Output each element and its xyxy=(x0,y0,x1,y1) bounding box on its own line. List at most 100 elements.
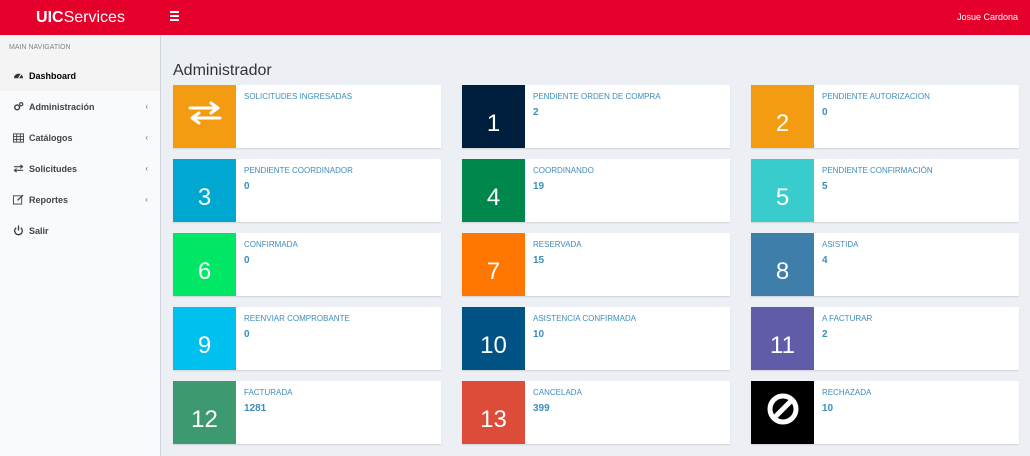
user-menu[interactable]: Josue Cardona xyxy=(957,0,1018,35)
status-card-label: SOLICITUDES INGRESADAS xyxy=(244,92,353,101)
status-card-box: 3 xyxy=(173,159,236,222)
status-card[interactable]: 5 PENDIENTE CONFIRMACIÓN 5 xyxy=(751,159,1019,222)
status-card-box: 4 xyxy=(462,159,525,222)
status-card[interactable]: 1 PENDIENTE ORDEN DE COMPRA 2 xyxy=(462,85,730,148)
status-card-box: 2 xyxy=(751,85,814,148)
status-card-label: CONFIRMADA xyxy=(244,240,298,249)
sidebar-item-label: Catálogos xyxy=(29,132,73,143)
status-card-box xyxy=(751,381,814,444)
status-card-label: PENDIENTE CONFIRMACIÓN xyxy=(822,166,933,175)
status-card-count: 15 xyxy=(533,255,545,266)
sidebar-item-dashboard[interactable]: Dashboard xyxy=(0,60,160,91)
status-card-box: 6 xyxy=(173,233,236,296)
status-card-label: COORDINANDO xyxy=(533,166,594,175)
status-card-box: 5 xyxy=(751,159,814,222)
status-card[interactable]: 11 A FACTURAR 2 xyxy=(751,307,1019,370)
exchange-icon xyxy=(12,163,24,175)
sidebar-item-salir[interactable]: Salir xyxy=(0,215,160,246)
status-card[interactable]: 3 PENDIENTE COORDINADOR 0 xyxy=(173,159,441,222)
status-card-box: 1 xyxy=(462,85,525,148)
sidebar-item-catalogos[interactable]: Catálogos ‹ xyxy=(0,122,160,153)
sidebar-item-label: Solicitudes xyxy=(29,163,78,174)
status-card[interactable]: RECHAZADA 10 xyxy=(751,381,1019,444)
exchange-icon xyxy=(188,101,222,132)
status-card-count: 2 xyxy=(822,329,828,340)
status-card[interactable]: 9 REENVIAR COMPROBANTE 0 xyxy=(173,307,441,370)
status-card-count: 0 xyxy=(244,255,250,266)
status-card-count: 0 xyxy=(244,329,250,340)
status-card[interactable]: 13 CANCELADA 399 xyxy=(462,381,730,444)
sidebar-item-label: Salir xyxy=(29,225,49,236)
logo-bold: UIC xyxy=(36,8,64,26)
status-card-label: FACTURADA xyxy=(244,388,293,397)
status-card-box: 11 xyxy=(751,307,814,370)
status-card-label: CANCELADA xyxy=(533,388,582,397)
status-card-number: 7 xyxy=(486,258,501,285)
status-card-number: 4 xyxy=(486,184,501,211)
top-navbar: UIC Services Josue Cardona xyxy=(0,0,1030,35)
status-card-label: ASISTIDA xyxy=(822,240,859,249)
sidebar-item-administracion[interactable]: Administración ‹ xyxy=(0,91,160,122)
status-card-label: REENVIAR COMPROBANTE xyxy=(244,314,350,323)
sidebar-header: MAIN NAVIGATION xyxy=(0,35,160,60)
sidebar-item-solicitudes[interactable]: Solicitudes ‹ xyxy=(0,153,160,184)
status-card-label: RESERVADA xyxy=(533,240,582,249)
status-card-label: PENDIENTE COORDINADOR xyxy=(244,166,353,175)
status-card-label: RECHAZADA xyxy=(822,388,872,397)
status-card-box: 13 xyxy=(462,381,525,444)
dashboard-icon xyxy=(12,70,24,82)
table-icon xyxy=(12,132,24,144)
status-card-number: 10 xyxy=(480,332,507,359)
status-card-number: 13 xyxy=(480,406,507,433)
chevron-left-icon: ‹ xyxy=(145,102,148,111)
status-card-number: 5 xyxy=(775,184,790,211)
sidebar: MAIN NAVIGATION Dashboard Administración… xyxy=(0,35,161,456)
status-card-box: 8 xyxy=(751,233,814,296)
sidebar-toggle-icon[interactable] xyxy=(170,9,184,25)
status-card-count: 10 xyxy=(822,403,834,414)
status-card[interactable]: 4 COORDINANDO 19 xyxy=(462,159,730,222)
status-card[interactable]: SOLICITUDES INGRESADAS xyxy=(173,85,441,148)
status-card[interactable]: 8 ASISTIDA 4 xyxy=(751,233,1019,296)
status-card-count: 0 xyxy=(244,181,250,192)
status-card-box: 10 xyxy=(462,307,525,370)
chevron-left-icon: ‹ xyxy=(145,195,148,204)
page-title: Administrador xyxy=(173,62,272,79)
status-card-number: 8 xyxy=(775,258,790,285)
status-card-box: 12 xyxy=(173,381,236,444)
status-card-number: 12 xyxy=(191,406,218,433)
status-card[interactable]: 12 FACTURADA 1281 xyxy=(173,381,441,444)
status-card-box xyxy=(173,85,236,148)
status-card-count: 4 xyxy=(822,255,828,266)
power-icon xyxy=(12,225,24,237)
status-card[interactable]: 6 CONFIRMADA 0 xyxy=(173,233,441,296)
sidebar-item-label: Dashboard xyxy=(29,70,77,81)
status-card-number: 1 xyxy=(486,110,501,137)
status-card-number: 3 xyxy=(197,184,212,211)
status-card-label: ASISTENCIA CONFIRMADA xyxy=(533,314,637,323)
status-card-label: A FACTURAR xyxy=(822,314,873,323)
sidebar-item-reportes[interactable]: Reportes ‹ xyxy=(0,184,160,215)
status-card[interactable]: 2 PENDIENTE AUTORIZACION 0 xyxy=(751,85,1019,148)
cogs-icon xyxy=(12,101,24,113)
logo-rest: Services xyxy=(63,8,125,26)
chevron-left-icon: ‹ xyxy=(145,133,148,142)
status-card-count: 10 xyxy=(533,329,545,340)
status-card[interactable]: 7 RESERVADA 15 xyxy=(462,233,730,296)
status-card-label: PENDIENTE AUTORIZACION xyxy=(822,92,930,101)
status-card-box: 9 xyxy=(173,307,236,370)
status-card-count: 2 xyxy=(533,107,539,118)
status-card-number: 6 xyxy=(197,258,212,285)
status-card-box: 7 xyxy=(462,233,525,296)
chevron-left-icon: ‹ xyxy=(145,164,148,173)
status-card-count: 399 xyxy=(533,403,550,414)
status-card-number: 11 xyxy=(770,332,795,359)
sidebar-item-label: Administración xyxy=(29,101,95,112)
status-card[interactable]: 10 ASISTENCIA CONFIRMADA 10 xyxy=(462,307,730,370)
edit-icon xyxy=(12,194,24,206)
ban-icon xyxy=(766,392,800,433)
sidebar-item-label: Reportes xyxy=(29,194,69,205)
status-card-count: 0 xyxy=(822,107,828,118)
app-logo[interactable]: UIC Services xyxy=(0,0,161,35)
main-content: Administrador SOLICITUDES INGRESADAS 1 PEN… xyxy=(161,35,1030,456)
